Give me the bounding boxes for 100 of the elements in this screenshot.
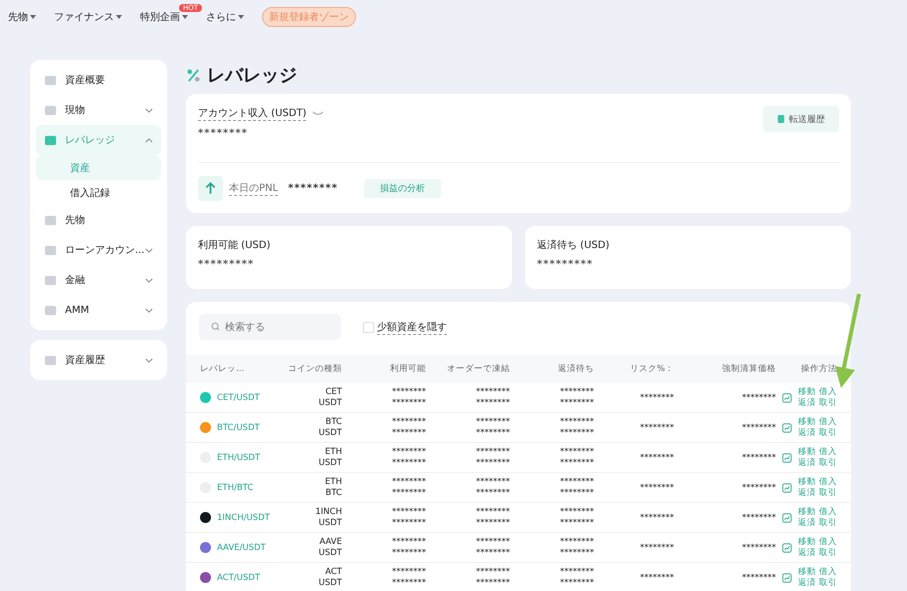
sidebar-item[interactable]: レバレッジ — [36, 125, 161, 155]
table-cell-text: ******** ******** — [391, 476, 426, 498]
action-link[interactable]: 借入 — [819, 416, 837, 428]
nav-menu-item[interactable]: 特別企画 — [140, 10, 188, 24]
table-cell-text: AAVE USDT — [318, 536, 342, 558]
action-link[interactable]: 取引 — [819, 488, 837, 498]
sidebar-item[interactable]: AMM — [36, 295, 161, 325]
table-cell-text: ******** — [741, 572, 776, 582]
account-income-label: アカウント収入 (USDT) — [198, 106, 306, 121]
action-link[interactable]: 返済 — [798, 518, 816, 528]
menu-item-icon — [44, 134, 57, 146]
table-cell-text: ******** ******** — [475, 536, 510, 558]
action-link[interactable]: 取引 — [819, 578, 837, 588]
column-header: 操作方法 — [800, 363, 837, 375]
table-cell-text: ETH USDT — [318, 446, 342, 468]
chart-icon[interactable] — [782, 452, 792, 462]
pnl-analysis-button[interactable]: 損益の分析 — [364, 179, 441, 198]
chart-icon[interactable] — [782, 512, 792, 522]
caret-icon — [238, 15, 244, 19]
action-link[interactable]: 借入 — [819, 446, 837, 458]
chart-icon[interactable] — [782, 392, 792, 402]
action-link[interactable]: 取引 — [819, 518, 837, 528]
balance-label: 利用可能 (USD) — [198, 238, 272, 252]
action-link[interactable]: 返済 — [798, 398, 816, 408]
table-cell-text: ******** ******** — [559, 566, 594, 588]
new-user-zone-link[interactable]: 新規登録者ゾーン — [262, 7, 356, 27]
action-link[interactable]: 移動 — [798, 416, 816, 428]
table-cell-text: CET USDT — [318, 386, 342, 408]
sidebar-item[interactable]: 資産履歴 — [36, 345, 161, 375]
action-link[interactable]: 移動 — [798, 446, 816, 458]
table-cell-text: ******** ******** — [475, 566, 510, 588]
table-cell-text: ******** — [639, 572, 674, 582]
chart-icon[interactable] — [782, 572, 792, 582]
action-link[interactable]: 返済 — [798, 428, 816, 438]
action-link[interactable]: 返済 — [798, 548, 816, 558]
menu-item-icon — [44, 74, 57, 86]
table-cell-text: ******** ******** — [475, 506, 510, 528]
table-cell-text: ******** ******** — [391, 416, 426, 438]
pair-link[interactable]: 1INCH/USDT — [217, 512, 270, 522]
balance-label: 返済待ち (USD) — [537, 238, 610, 252]
chart-icon[interactable] — [782, 542, 792, 552]
search-field[interactable]: 検索する — [199, 314, 341, 340]
action-link[interactable]: 借入 — [819, 536, 837, 548]
action-link[interactable]: 取引 — [819, 458, 837, 468]
table-cell-text: ******** ******** — [559, 476, 594, 498]
menu-item-icon — [44, 214, 57, 226]
pair-link[interactable]: ACT/USDT — [217, 572, 260, 582]
sidebar-item[interactable]: 金融 — [36, 265, 161, 295]
column-header: 利用可能 — [389, 363, 426, 375]
transfer-history-button[interactable]: 転送履歴 — [763, 106, 839, 132]
action-link[interactable]: 借入 — [819, 476, 837, 488]
table-cell-text: ******** ******** — [391, 506, 426, 528]
sidebar-subitem[interactable]: 資産 — [36, 155, 161, 180]
action-link[interactable]: 移動 — [798, 536, 816, 548]
column-header: 返済待ち — [557, 363, 594, 375]
nav-menu-item[interactable]: ファイナンス — [54, 10, 122, 24]
chart-icon[interactable] — [782, 482, 792, 492]
table-cell-text: ******** ******** — [475, 386, 510, 408]
action-link[interactable]: 移動 — [798, 506, 816, 518]
sidebar-item[interactable]: 資産概要 — [36, 65, 161, 95]
sidebar-item[interactable]: 現物 — [36, 95, 161, 125]
pair-link[interactable]: ETH/BTC — [217, 482, 254, 492]
action-link[interactable]: 取引 — [819, 548, 837, 558]
table-cell-text: ETH BTC — [324, 476, 342, 498]
table-cell-text: ******** ******** — [391, 566, 426, 588]
action-link[interactable]: 取引 — [819, 398, 837, 408]
sidebar-subitem[interactable]: 借入記録 — [36, 180, 161, 205]
hidden-eye-icon[interactable] — [312, 111, 324, 116]
balance-value: ********* — [537, 259, 594, 270]
pair-link[interactable]: ETH/USDT — [217, 452, 260, 462]
action-link[interactable]: 返済 — [798, 578, 816, 588]
action-link[interactable]: 移動 — [798, 566, 816, 578]
action-link[interactable]: 返済 — [798, 488, 816, 498]
action-link[interactable]: 移動 — [798, 476, 816, 488]
column-header: 強制清算価格 — [721, 363, 776, 375]
action-link[interactable]: 借入 — [819, 566, 837, 578]
action-link[interactable]: 取引 — [819, 428, 837, 438]
chart-icon[interactable] — [782, 422, 792, 432]
pair-link[interactable]: CET/USDT — [217, 392, 260, 402]
checkbox[interactable] — [363, 322, 374, 332]
chevron-icon — [145, 138, 153, 142]
pair-link[interactable]: AAVE/USDT — [217, 542, 266, 552]
action-link[interactable]: 移動 — [798, 386, 816, 398]
table-cell-text: ******** — [639, 482, 674, 492]
pair-link[interactable]: BTC/USDT — [217, 422, 260, 432]
menu-item-icon — [44, 304, 57, 316]
table-cell-text: ******** — [639, 452, 674, 462]
sidebar-item[interactable]: ローンアカウン... — [36, 235, 161, 265]
balance-value: ********* — [198, 259, 256, 270]
table-cell-text: ******** — [741, 482, 776, 492]
nav-menu-item[interactable]: 先物 — [8, 10, 36, 24]
table-cell-text: BTC USDT — [318, 416, 342, 438]
action-link[interactable]: 借入 — [819, 386, 837, 398]
nav-menu-item[interactable]: さらに — [206, 10, 244, 24]
table-cell-text: ******** — [741, 512, 776, 522]
sidebar-item[interactable]: 先物 — [36, 205, 161, 235]
table-cell-text: ******** ******** — [559, 386, 594, 408]
action-link[interactable]: 返済 — [798, 458, 816, 468]
action-link[interactable]: 借入 — [819, 506, 837, 518]
table-cell-text: ******** ******** — [559, 536, 594, 558]
